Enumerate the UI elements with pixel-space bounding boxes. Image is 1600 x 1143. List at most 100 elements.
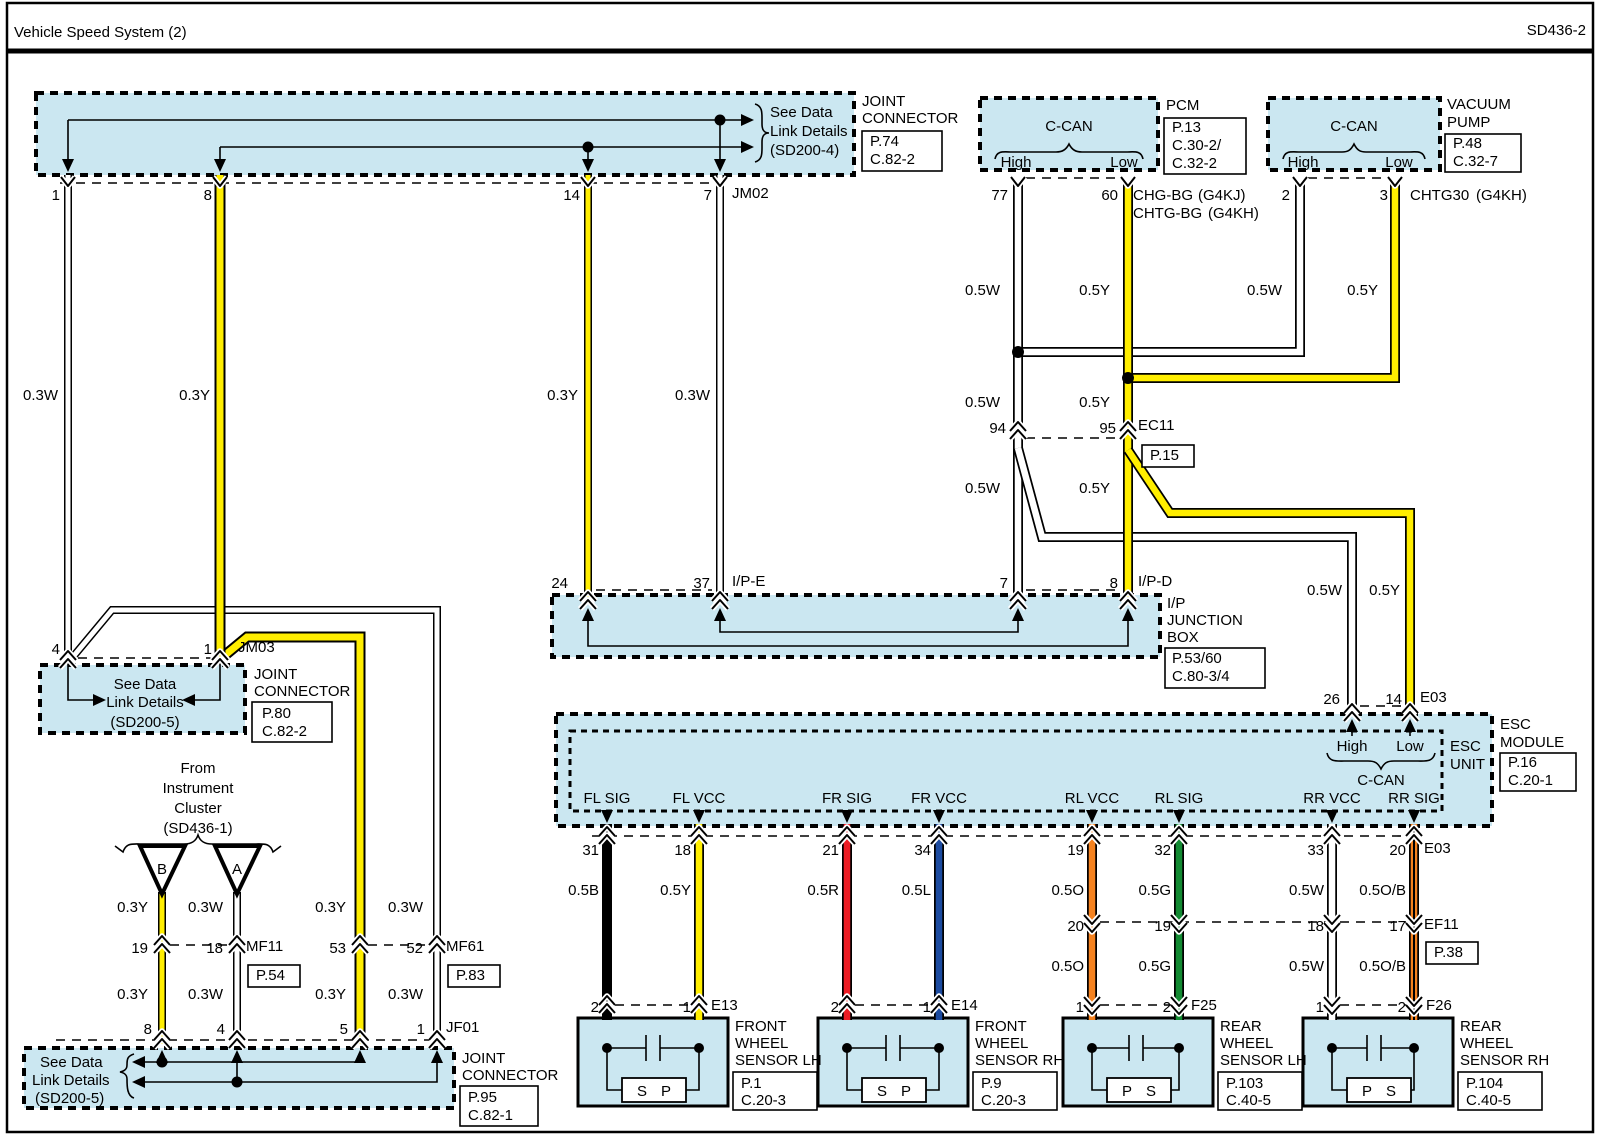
- esc-high: High: [1337, 738, 1368, 755]
- wheel-sensors-frh-p: P: [901, 1083, 911, 1100]
- wheel-sensors-g4: 0.5L: [902, 882, 931, 899]
- esc-module-2: MODULE: [1500, 734, 1564, 751]
- wheel-sensors-f26-id: F26: [1426, 997, 1452, 1014]
- jm03-title-2: CONNECTOR: [254, 683, 351, 700]
- ip-junction-conn-ref: C.80-3/4: [1172, 668, 1230, 685]
- wheel-sensors-rrh-ref: P.104: [1466, 1075, 1503, 1092]
- jm03-see-2: Link Details: [106, 694, 184, 711]
- wheel-sensors-g7: 0.5W: [1289, 882, 1325, 899]
- jm02-page-ref: P.74: [870, 133, 899, 150]
- pcm-pin-77: 77: [991, 187, 1008, 204]
- sp-box-flh: [622, 1078, 686, 1102]
- wheel-sensors-flh-p: P: [661, 1083, 671, 1100]
- instrument-cluster-from-2: Instrument: [163, 780, 235, 797]
- ip-junction-title-1: I/P: [1167, 595, 1185, 612]
- pcm-pin-60: 60: [1101, 187, 1118, 204]
- jm02-conn-ref: C.82-2: [870, 151, 915, 168]
- can-wires-ec11-pin-95: 95: [1099, 420, 1116, 437]
- wheel-sensors-g9: 0.5O: [1051, 958, 1084, 975]
- wheel-sensors-e13-id: E13: [711, 997, 738, 1014]
- wheel-sensors-ef11-pin-17: 17: [1389, 918, 1406, 935]
- wheel-sensors-e14-id: E14: [951, 997, 978, 1014]
- jm02-title-2: CONNECTOR: [862, 110, 959, 127]
- vacuum-pump-high: High: [1288, 154, 1319, 171]
- esc-page-ref: P.16: [1508, 754, 1537, 771]
- jf01-see-2: Link Details: [32, 1072, 110, 1089]
- sp-box-rrh: [1347, 1078, 1411, 1102]
- esc-pin-14: 14: [1385, 691, 1402, 708]
- pcm-conn-ref-1: C.30-2/: [1172, 137, 1222, 154]
- wheel-sensors-g5: 0.5O: [1051, 882, 1084, 899]
- can-wires-w9: 0.5W: [1307, 582, 1343, 599]
- instrument-cluster-mf11-pin-18: 18: [206, 940, 223, 957]
- esc-pin-26: 26: [1323, 691, 1340, 708]
- wheel-sensors-rlh-ref: P.103: [1226, 1075, 1263, 1092]
- esc-n-20: 20: [1389, 842, 1406, 859]
- jm02-wire-2: 0.3Y: [179, 387, 210, 404]
- instrument-cluster-w4: 0.3W: [388, 899, 424, 916]
- pcm-bus: C-CAN: [1045, 118, 1093, 135]
- esc-p-rrvcc: RR VCC: [1303, 790, 1361, 807]
- jf01-see-1: See Data: [40, 1054, 103, 1071]
- pcm-conn-ref-2: C.32-2: [1172, 155, 1217, 172]
- wheel-sensors-rlh-1: REAR: [1220, 1018, 1262, 1035]
- ip-junction-box: [552, 595, 1160, 657]
- pcm-low: Low: [1110, 154, 1138, 171]
- wheel-sensors-ef11-pin-19: 19: [1154, 918, 1171, 935]
- ip-junction-pin-8: 8: [1110, 575, 1118, 592]
- jm02-see-2: Link Details: [770, 123, 848, 140]
- esc-conn-ref: C.20-1: [1508, 772, 1553, 789]
- wheel-sensors-rlh-3: SENSOR LH: [1220, 1052, 1307, 1069]
- can-wires-w6: 0.5Y: [1079, 394, 1110, 411]
- ip-junction-pin-37: 37: [693, 575, 710, 592]
- wheel-sensors-rrh-s: S: [1386, 1083, 1396, 1100]
- wheel-sensors-frh-3: SENSOR RH: [975, 1052, 1064, 1069]
- jm03-pin-4: 4: [52, 641, 60, 658]
- wheel-sensors-ef11-pin-18: 18: [1307, 918, 1324, 935]
- esc-n-31: 31: [582, 842, 599, 859]
- instrument-cluster-w5: 0.3Y: [117, 986, 148, 1003]
- wheel-sensors-g8: 0.5O/B: [1359, 882, 1406, 899]
- wheel-sensors-e13-pin-2: 2: [591, 999, 599, 1016]
- wheel-sensors-f26-pin-2: 2: [1398, 999, 1406, 1016]
- wheel-sensors-frh-s: S: [877, 1083, 887, 1100]
- jm03-see-1: See Data: [114, 676, 177, 693]
- esc-module-1: ESC: [1500, 716, 1531, 733]
- can-wires-w1: 0.5W: [965, 282, 1001, 299]
- page-code: SD436-2: [1527, 22, 1586, 39]
- jm02-see-ref: (SD200-4): [770, 142, 839, 159]
- wheel-sensors-e13-pin-1: 1: [683, 999, 691, 1016]
- can-wires-w2: 0.5Y: [1079, 282, 1110, 299]
- wheel-sensors-frh-ref: P.9: [981, 1075, 1002, 1092]
- jm02-title-1: JOINT: [862, 93, 905, 110]
- instrument-cluster-w7: 0.3Y: [315, 986, 346, 1003]
- pcm-wirename-2: CHTG-BG: [1133, 205, 1202, 222]
- ip-junction-pin-24: 24: [551, 575, 568, 592]
- esc-n-21: 21: [822, 842, 839, 859]
- ip-junction-ipe-id: I/P-E: [732, 573, 765, 590]
- vacuum-pump-page-ref: P.48: [1453, 135, 1482, 152]
- jm02-pin-1: 1: [52, 187, 60, 204]
- instrument-cluster-mf61-ref: P.83: [456, 967, 485, 984]
- wheel-sensors-g6: 0.5G: [1138, 882, 1171, 899]
- can-wires-w8: 0.5Y: [1079, 480, 1110, 497]
- pcm-wirename-1b: (G4KJ): [1198, 187, 1246, 204]
- esc-n-32: 32: [1154, 842, 1171, 859]
- jm02-wire-1: 0.3W: [23, 387, 59, 404]
- wheel-sensors-rlh-s: S: [1146, 1083, 1156, 1100]
- can-wires-w4: 0.5Y: [1347, 282, 1378, 299]
- wheel-sensors-flh-ref: P.1: [741, 1075, 762, 1092]
- wheel-sensors-flh-3: SENSOR LH: [735, 1052, 822, 1069]
- wheel-sensors-ef11-id: EF11: [1424, 916, 1459, 933]
- page-title: Vehicle Speed System (2): [14, 24, 187, 41]
- instrument-cluster-tri-b: B: [157, 861, 167, 878]
- vacuum-pump-title-2: PUMP: [1447, 114, 1490, 131]
- pcm-wirename-1: CHG-BG: [1133, 187, 1193, 204]
- esc-bus: C-CAN: [1357, 772, 1405, 789]
- wheel-sensors-g12: 0.5O/B: [1359, 958, 1406, 975]
- jf01-conn-ref: C.82-1: [468, 1107, 513, 1124]
- wheel-sensors-g1: 0.5B: [568, 882, 599, 899]
- jf01-id: JF01: [446, 1019, 479, 1036]
- vacuum-pump-pin-3: 3: [1380, 187, 1388, 204]
- jm02-pin-8: 8: [204, 187, 212, 204]
